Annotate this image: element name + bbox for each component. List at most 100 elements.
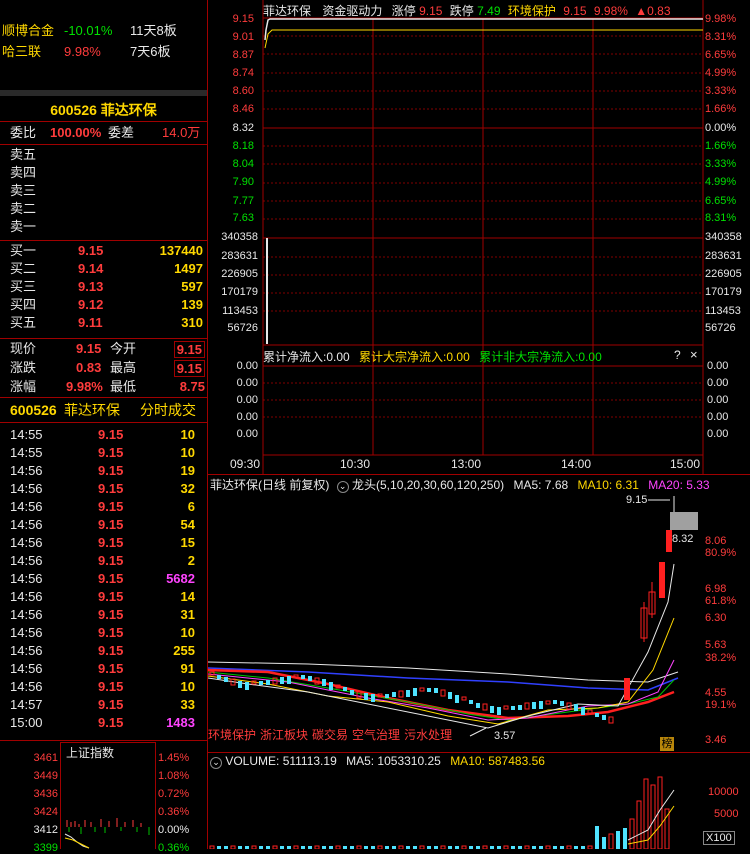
buy-level[interactable]: 买四 9.12 139 (0, 296, 207, 314)
tick-row: 14:55 9.15 10 (0, 426, 207, 444)
sell-level[interactable]: 卖一 (0, 218, 207, 236)
tick-row: 14:56 9.15 91 (0, 660, 207, 678)
tick-time: 14:56 (10, 679, 43, 694)
concept-tag[interactable]: 碳交易 (312, 728, 348, 742)
flow-tick: 0.00 (707, 377, 729, 389)
candle (209, 671, 215, 676)
volume-bar (650, 784, 656, 849)
tick-volume: 33 (180, 697, 195, 712)
volume-ma5: MA5: 1053310.25 (346, 754, 441, 768)
tick-row: 14:56 9.15 5682 (0, 570, 207, 588)
buy-level[interactable]: 买一 9.15 137440 (0, 242, 207, 260)
kline-price-axis: 8.06 80.9% 6.98 61.8% 6.30 5.63 38.2% 4.55 19.1%… (703, 476, 750, 756)
horizontal-scrollbar[interactable] (0, 90, 207, 96)
tick-time: 14:56 (10, 661, 43, 676)
tick-volume: 10 (180, 679, 195, 694)
stat-label: 现价 (10, 341, 37, 356)
buy-volume: 139 (181, 297, 203, 312)
price-tick: 9.15 (232, 13, 254, 25)
buy-level[interactable]: 买五 9.11 310 (0, 314, 207, 332)
kline-axis-tick: 6.30 (705, 612, 727, 624)
stat-label: 最高 (110, 360, 137, 375)
indicator-dropdown-icon[interactable]: ⌄ (210, 757, 222, 769)
buy-volume: 310 (181, 315, 203, 330)
axis-tick: 1.08% (158, 770, 190, 782)
tab-tick-trades[interactable]: 分时成交 (140, 400, 196, 420)
top-list-row[interactable]: 顺博合金 -10.01% 11天8板 (0, 22, 207, 40)
tick-time: 14:56 (10, 517, 43, 532)
axis-tick: 1.45% (158, 752, 190, 764)
sell-level[interactable]: 卖三 (0, 182, 207, 200)
stat-value: 8.75 (179, 379, 205, 394)
price-axis-left: 9.15 9.01 8.87 8.74 8.60 8.46 8.32 8.18 8.04 7.90… (208, 0, 260, 474)
stat-value: 9.15 (76, 341, 102, 356)
tick-row: 14:56 9.15 32 (0, 480, 207, 498)
tick-row: 14:56 9.15 2 (0, 552, 207, 570)
tick-row: 14:56 9.15 10 (0, 678, 207, 696)
concept-tag[interactable]: 环境保护 (208, 728, 256, 742)
volume-label: VOLUME: 511113.19 (225, 754, 337, 768)
concept-tag[interactable]: 空气治理 (352, 728, 400, 742)
price-tick: 9.01 (232, 31, 254, 43)
sell-level[interactable]: 卖五 (0, 146, 207, 164)
candle (224, 677, 228, 682)
flow-tick: 0.00 (236, 428, 258, 440)
close-icon[interactable]: × (690, 347, 698, 362)
tick-price: 9.15 (98, 517, 124, 532)
candle (448, 692, 452, 699)
axis-tick: 3424 (33, 806, 58, 818)
volume-tick: 56726 (705, 322, 736, 334)
pct-tick: 1.66% (705, 103, 737, 115)
volume-unit: X100 (703, 831, 735, 845)
concept-tag[interactable]: 浙江板块 (260, 728, 308, 742)
tick-volume: 19 (180, 463, 195, 478)
tick-volume: 5682 (166, 571, 195, 586)
volume-bar (608, 833, 614, 849)
volume-bar (623, 828, 627, 849)
price-tick: 7.77 (232, 195, 254, 207)
pct-tick: 4.99% (705, 176, 737, 188)
sell-label: 卖三 (10, 183, 37, 198)
candle (266, 680, 270, 685)
buy-level[interactable]: 买二 9.14 1497 (0, 260, 207, 278)
volume-tick: 340358 (221, 231, 258, 243)
tick-list[interactable]: 14:55 9.15 10 14:55 9.15 10 14:56 9.15 19 14:56 9.… (0, 426, 207, 736)
candle (503, 705, 509, 710)
pct-tick: 3.33% (705, 85, 737, 97)
buy-level[interactable]: 买三 9.13 597 (0, 278, 207, 296)
price-axis-right: 9.98% 8.31% 6.65% 4.99% 3.33% 1.66% 0.00% 1.66%… (703, 0, 750, 474)
price-tick: 8.74 (232, 67, 254, 79)
pct-tick: 3.33% (705, 158, 737, 170)
sell-level[interactable]: 卖二 (0, 200, 207, 218)
indicator-label[interactable]: 龙头(5,10,20,30,60,120,250) (352, 478, 504, 492)
tick-row: 14:56 9.15 15 (0, 534, 207, 552)
top-list-row[interactable]: 哈三联 9.98% 7天6板 (0, 43, 207, 61)
price-tick: 8.87 (232, 49, 254, 61)
ranking-badge[interactable]: 榜 (660, 737, 674, 751)
candle (574, 704, 578, 711)
tick-volume: 32 (180, 481, 195, 496)
mini-index-plot (64, 818, 150, 849)
axis-tick: 3412 (33, 824, 58, 836)
volume-bar (643, 778, 649, 849)
candle (602, 715, 606, 720)
buy-price: 9.12 (78, 297, 104, 312)
tick-volume: 15 (180, 535, 195, 550)
tick-row: 14:56 9.15 255 (0, 642, 207, 660)
sell-level[interactable]: 卖四 (0, 164, 207, 182)
candle (581, 707, 585, 715)
kline-plot[interactable] (208, 492, 703, 752)
candle (259, 681, 263, 685)
help-icon[interactable]: ? (674, 348, 681, 362)
concept-tag[interactable]: 污水处理 (404, 728, 452, 742)
tick-price: 9.15 (98, 625, 124, 640)
price-tick: 8.46 (232, 103, 254, 115)
candle (419, 687, 425, 692)
volume-bar (664, 808, 670, 849)
candle (434, 688, 438, 693)
volume-axis-tick: 5000 (714, 808, 739, 820)
mini-index-chart[interactable]: 上证指数 3461 3449 3436 3424 3412 3399 1.45%… (0, 742, 207, 854)
axis-tick: 3399 (33, 842, 58, 854)
stat-value: 0.83 (76, 360, 102, 375)
candle (553, 700, 557, 704)
